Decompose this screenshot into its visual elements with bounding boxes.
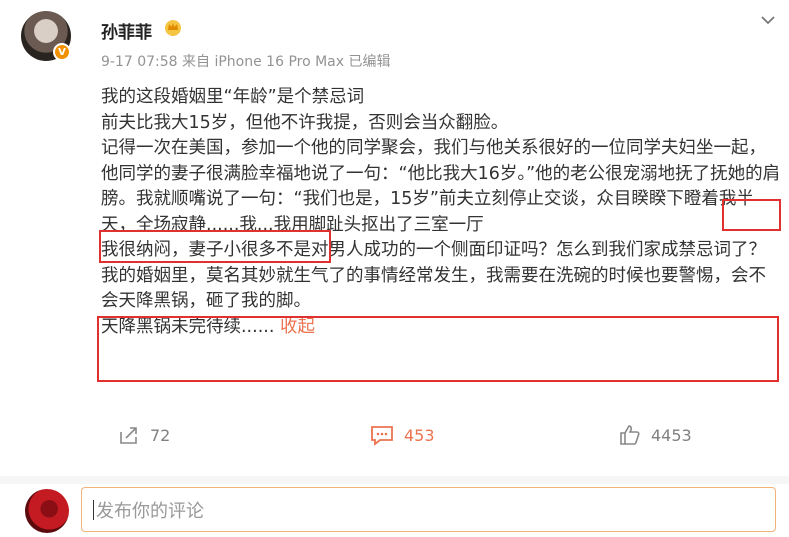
share-icon: [120, 427, 137, 444]
comment-input[interactable]: 发布你的评论: [81, 487, 776, 532]
post-meta: 9-17 07:58 来自 iPhone 16 Pro Max 已编辑: [101, 54, 391, 70]
divider: [0, 476, 789, 484]
content-line: 前夫比我大15岁，但他不许我提，否则会当众翻脸。: [101, 112, 509, 133]
post-content: 我的这段婚姻里“年龄”是个禁忌词 前夫比我大15岁，但他不许我提，否则会当众翻脸…: [101, 85, 781, 340]
comment-button[interactable]: 453: [370, 424, 435, 446]
current-user-avatar: [25, 489, 69, 533]
author-name[interactable]: 孙菲菲: [101, 18, 152, 43]
highlighted-paragraph: 我的婚姻里，莫名其妙就生气了的事情经常发生，我需要在洗碗的时候也要警惕，会不会天…: [101, 265, 766, 312]
comment-count: 453: [404, 425, 435, 445]
comment-icon: [371, 426, 393, 446]
thumbs-up-icon: [620, 425, 640, 445]
like-count: 4453: [651, 425, 692, 445]
share-button[interactable]: 72: [118, 424, 170, 446]
highlight-box-2: [99, 230, 331, 263]
like-button[interactable]: 4453: [619, 424, 692, 446]
content-paragraph: 记得一次在美国，参加一个他的同学聚会，我们与他关系很好的一位同学夫妇坐一起，他同…: [101, 136, 781, 238]
text-caret: [93, 500, 94, 520]
verified-v-icon: V: [53, 43, 71, 61]
highlight-box-3: [97, 316, 779, 382]
content-line: 我的这段婚姻里“年龄”是个禁忌词: [101, 87, 365, 107]
action-bar: 72 453 4453: [0, 424, 789, 452]
chevron-down-icon[interactable]: [758, 10, 778, 30]
crown-icon: [165, 20, 181, 36]
comment-placeholder: 发布你的评论: [96, 500, 204, 522]
highlight-box-1: [722, 199, 781, 231]
share-count: 72: [150, 425, 171, 445]
